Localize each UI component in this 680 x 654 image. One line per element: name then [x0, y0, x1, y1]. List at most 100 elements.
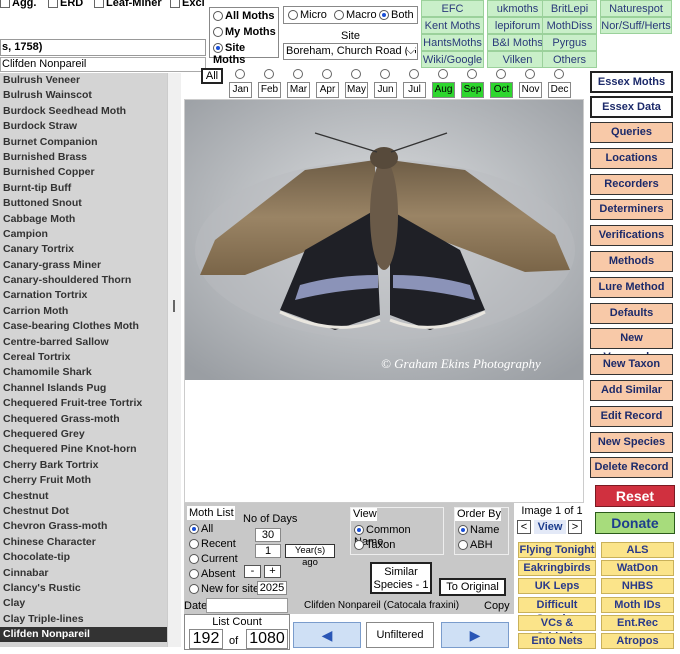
month-radio[interactable]	[467, 69, 477, 79]
order-abh-radio[interactable]: ABH	[458, 539, 493, 551]
link-button[interactable]: lepiforum	[487, 17, 548, 34]
list-item[interactable]: Cabbage Moth	[0, 212, 167, 227]
link-button[interactable]: Kent Moths	[421, 17, 484, 34]
month-button[interactable]: Sep	[461, 82, 484, 98]
list-item[interactable]: Chequered Grass-moth	[0, 412, 167, 427]
taxon-radio[interactable]: Taxon	[354, 539, 395, 551]
resource-link[interactable]: Atropos	[601, 633, 674, 649]
agg-checkbox[interactable]: Agg.	[0, 0, 36, 8]
resource-link[interactable]: UK Leps	[518, 578, 596, 595]
list-item[interactable]: Clay	[0, 596, 167, 611]
selected-species-box[interactable]: Clifden Nonpareil	[0, 57, 206, 72]
resource-link[interactable]: VCs & Gridrefs	[518, 614, 596, 643]
resource-link[interactable]: Ento Nets	[518, 633, 596, 649]
side-button[interactable]: New Taxon	[590, 354, 673, 376]
year-minus-button[interactable]: -	[244, 565, 261, 578]
essex-data-button[interactable]: Essex Data	[590, 96, 673, 118]
both-radio[interactable]: Both	[379, 9, 414, 21]
side-button[interactable]: Add Similar	[590, 380, 673, 401]
link-button[interactable]: MothDiss	[542, 17, 597, 34]
years-input[interactable]: 1	[255, 544, 281, 558]
resource-link[interactable]: Flying Tonight	[518, 542, 596, 558]
reset-button[interactable]: Reset	[595, 485, 675, 507]
list-item[interactable]: Chevron Grass-moth	[0, 519, 167, 534]
list-item[interactable]: Burnet Companion	[0, 135, 167, 150]
link-button[interactable]: Naturespot	[600, 0, 672, 17]
link-button[interactable]: Pyrgus	[542, 34, 597, 51]
list-item[interactable]: Burnished Copper	[0, 165, 167, 180]
year-input[interactable]: 2025	[257, 581, 287, 595]
list-item[interactable]: Chestnut Dot	[0, 504, 167, 519]
list-item[interactable]: Carrion Moth	[0, 304, 167, 319]
list-item[interactable]: Carnation Tortrix	[0, 288, 167, 303]
days-input[interactable]: 30	[255, 528, 281, 542]
side-button[interactable]: Recorders	[590, 173, 673, 195]
all-months-button[interactable]: All	[201, 68, 223, 84]
view-image-button[interactable]: View	[534, 520, 566, 534]
link-button[interactable]: Nor/Suff/Herts	[600, 17, 672, 34]
list-item[interactable]: Cinnabar	[0, 566, 167, 581]
erd-checkbox[interactable]: ERD	[48, 0, 83, 8]
side-button[interactable]: New Species	[590, 431, 673, 453]
month-radio[interactable]	[293, 69, 303, 79]
micro-radio[interactable]: Micro	[288, 9, 327, 21]
list-item[interactable]: Bulrush Wainscot	[0, 88, 167, 103]
month-button[interactable]: May	[345, 82, 368, 98]
list-item[interactable]: Centre-barred Sallow	[0, 335, 167, 350]
list-item[interactable]: Cherry Fruit Moth	[0, 473, 167, 488]
month-radio[interactable]	[525, 69, 535, 79]
order-name-radio[interactable]: Name	[458, 524, 499, 536]
to-original-button[interactable]: To Original	[439, 578, 506, 596]
essex-moths-button[interactable]: Essex Moths	[590, 71, 673, 93]
month-radio[interactable]	[409, 69, 419, 79]
list-item[interactable]: Chequered Fruit-tree Tortrix	[0, 396, 167, 411]
date-input[interactable]	[206, 598, 288, 613]
list-item[interactable]: Buttoned Snout	[0, 196, 167, 211]
month-radio[interactable]	[554, 69, 564, 79]
moth-list-radio[interactable]: Absent	[189, 568, 235, 580]
month-radio[interactable]	[351, 69, 361, 79]
moth-list-radio[interactable]: Current	[189, 553, 238, 565]
donate-button[interactable]: Donate	[595, 512, 675, 534]
side-button[interactable]: Edit Record	[590, 405, 673, 427]
list-item[interactable]: Burdock Seedhead Moth	[0, 104, 167, 119]
similar-species-button[interactable]: Similar Species - 1	[370, 562, 432, 594]
list-item[interactable]: Chinese Character	[0, 535, 167, 550]
list-item[interactable]: Canary-grass Miner	[0, 258, 167, 273]
side-button[interactable]: Determiners	[590, 199, 673, 221]
list-item[interactable]: Cherry Bark Tortrix	[0, 458, 167, 473]
list-item[interactable]: Canary-shouldered Thorn	[0, 273, 167, 288]
list-item[interactable]: Clifden Nonpareil	[0, 627, 167, 643]
list-item[interactable]: Canary Tortrix	[0, 242, 167, 257]
list-item[interactable]: Cereal Tortrix	[0, 350, 167, 365]
prev-image-button[interactable]: <	[517, 520, 531, 534]
list-item[interactable]: Clay Triple-lines	[0, 612, 167, 627]
month-radio[interactable]	[380, 69, 390, 79]
month-button[interactable]: Jan	[229, 82, 252, 98]
link-button[interactable]: B&I Moths	[487, 34, 548, 51]
excl-checkbox[interactable]: Excl	[170, 0, 205, 8]
leaf-miner-checkbox[interactable]: Leaf-Miner	[94, 0, 162, 8]
list-item[interactable]: Chequered Pine Knot-horn	[0, 442, 167, 457]
month-radio[interactable]	[322, 69, 332, 79]
year-plus-button[interactable]: +	[264, 565, 281, 578]
list-item[interactable]: Burnt-tip Buff	[0, 181, 167, 196]
link-button[interactable]: ukmoths	[487, 0, 548, 17]
side-button[interactable]: Methods	[590, 251, 673, 272]
link-button[interactable]: BritLepi	[542, 0, 597, 17]
link-button[interactable]: Wiki/Google	[421, 51, 484, 68]
list-item[interactable]: Burdock Straw	[0, 119, 167, 134]
species-list[interactable]: Bulrush Veneer Bulrush Wainscot Burdock Se…	[0, 73, 167, 647]
link-button[interactable]: HantsMoths	[421, 34, 484, 51]
resource-link[interactable]: WatDon	[601, 560, 674, 577]
month-button[interactable]: Feb	[258, 82, 281, 98]
resource-link[interactable]: ALS	[601, 542, 674, 558]
side-button[interactable]: Locations	[590, 147, 673, 169]
link-button[interactable]: Vilken	[487, 51, 548, 68]
resource-link[interactable]: Difficult Species	[518, 596, 596, 625]
month-radio[interactable]	[438, 69, 448, 79]
month-button[interactable]: Nov	[519, 82, 542, 98]
prev-record-button[interactable]: ◀	[293, 622, 361, 648]
list-item[interactable]: Burnished Brass	[0, 150, 167, 165]
moth-list-radio[interactable]: All	[189, 523, 213, 535]
